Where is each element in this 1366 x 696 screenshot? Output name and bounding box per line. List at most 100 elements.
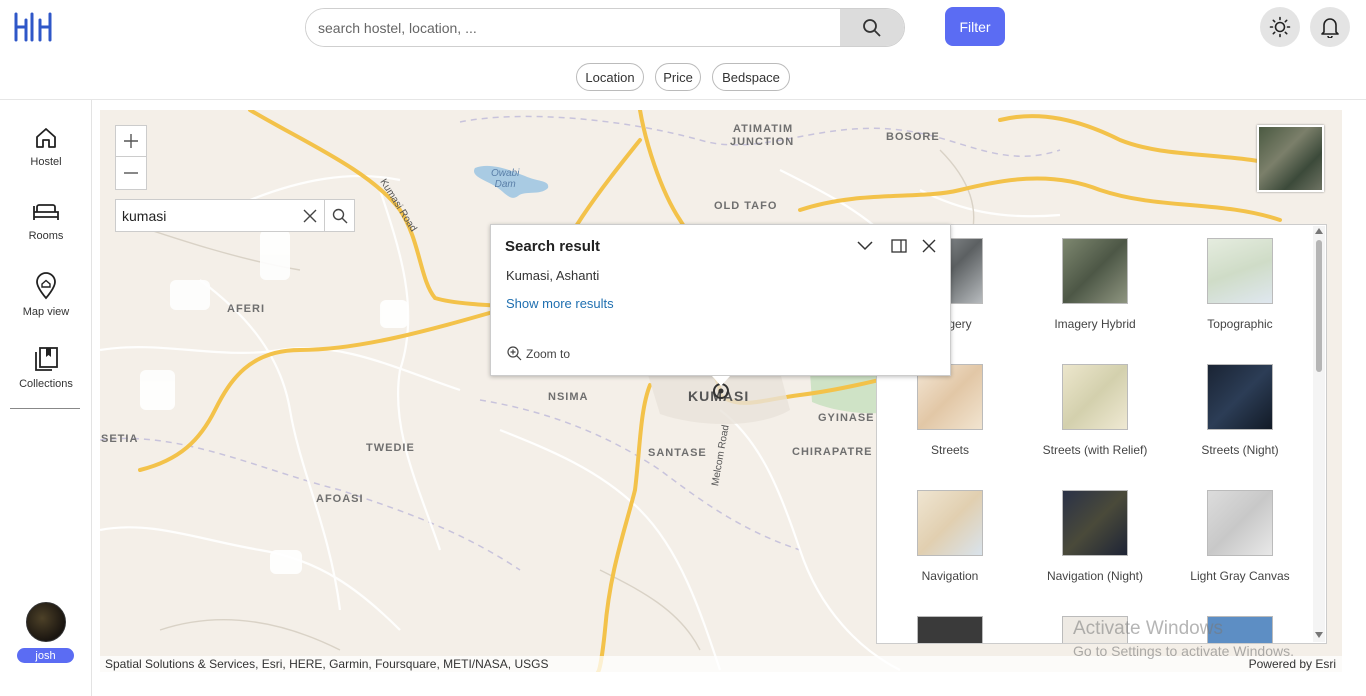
basemap-item-imagery-hybrid[interactable]: Imagery Hybrid [1025,238,1165,331]
search-button[interactable] [840,9,904,46]
place-label: NSIMA [548,391,589,403]
basemap-item-streets[interactable]: Streets [880,364,1020,457]
notifications-button[interactable] [1310,7,1350,47]
basemap-item-streets-night[interactable]: Streets (Night) [1170,364,1310,457]
sidebar-item-map-view[interactable]: Map view [0,272,92,318]
basemap-label: Streets (Night) [1201,443,1279,457]
user-name-badge[interactable]: josh [17,648,74,663]
close-popup-button[interactable] [920,237,938,255]
zoom-to-button[interactable]: Zoom to [507,346,570,361]
filter-button[interactable]: Filter [945,7,1005,46]
zoom-to-label: Zoom to [526,346,571,361]
basemap-label: Topographic [1207,317,1273,331]
zoom-controls [115,125,147,190]
search-input[interactable] [306,9,841,46]
basemap-item-streets-relief[interactable]: Streets (with Relief) [1025,364,1165,457]
place-label: ATIMATIM [733,123,794,135]
activation-watermark-text: Go to Settings to activate Windows. [1073,643,1294,659]
search-icon [863,18,881,37]
sidebar-divider [10,408,80,409]
chip-location[interactable]: Location [576,63,644,91]
basemap-label: Imagery Hybrid [1054,317,1136,331]
popup-pointer [712,376,730,386]
search-result-popup: Search result Kumasi, Ashanti Show more … [490,224,951,386]
home-icon [36,128,56,148]
show-more-results-link[interactable]: Show more results [506,296,614,311]
basemap-item-partial[interactable] [880,616,1020,643]
sidebar: Hostel Rooms Map view Collections josh [0,100,92,696]
dock-icon [891,239,907,253]
sidebar-item-hostel[interactable]: Hostel [0,126,92,168]
plus-icon [124,134,138,148]
avatar[interactable] [26,602,66,642]
basemap-thumbnail [917,490,983,556]
water-label-line: Dam [494,179,516,190]
sidebar-item-label: Map view [22,306,70,318]
basemap-thumbnail [1062,238,1128,304]
top-bar: Filter Location Price Bedspace [0,0,1366,100]
scrollbar-thumb[interactable] [1316,240,1322,372]
map-pin-icon [36,272,56,300]
basemap-item-topographic[interactable]: Topographic [1170,238,1310,331]
place-label: TWEDIE [366,442,415,454]
clear-search-button[interactable] [296,200,324,231]
app-logo-icon[interactable] [12,10,54,42]
bell-icon [1321,18,1339,38]
basemap-thumbnail [1062,364,1128,430]
place-label: AFERI [227,303,265,315]
basemap-label: Streets [930,443,969,457]
powered-by-esri-link[interactable]: Powered by Esri [1249,657,1336,671]
bed-icon [33,204,59,220]
gallery-scrollbar[interactable] [1313,226,1325,642]
place-label: SANTASE [648,447,707,459]
place-label: SETIA [101,433,139,445]
basemap-thumbnail [1207,238,1273,304]
basemap-item-navigation-night[interactable]: Navigation (Night) [1025,490,1165,583]
theme-toggle-button[interactable] [1260,7,1300,47]
basemap-thumbnail [1207,364,1273,430]
sidebar-item-label: Hostel [30,156,62,168]
activation-watermark-title: Activate Windows [1073,618,1223,639]
minus-icon [124,171,138,174]
place-label: CHIRAPATRE [792,446,873,458]
map-search-widget [115,199,355,232]
scroll-up-icon[interactable] [1315,228,1323,234]
dock-popup-button[interactable] [890,237,908,255]
zoom-in-icon [507,346,522,361]
place-label: JUNCTION [730,136,795,148]
search-bar [305,8,905,47]
search-result-text: Kumasi, Ashanti [506,268,600,283]
chip-price[interactable]: Price [655,63,701,91]
zoom-out-button[interactable] [116,157,146,188]
close-icon [922,239,936,253]
map-search-button[interactable] [324,200,355,231]
basemap-thumbnail [917,616,983,643]
basemap-label: Light Gray Canvas [1190,569,1290,583]
close-icon [303,209,317,222]
attribution-text: Spatial Solutions & Services, Esri, HERE… [105,657,549,671]
basemap-item-light-gray-canvas[interactable]: Light Gray Canvas [1170,490,1310,583]
sun-icon [1269,16,1291,38]
place-label: OLD TAFO [714,200,778,212]
scroll-down-icon[interactable] [1315,632,1323,638]
sidebar-item-collections[interactable]: Collections [0,346,92,390]
map-search-input[interactable] [116,200,296,231]
sidebar-item-label: Rooms [28,230,64,242]
basemap-label: Navigation (Night) [1046,569,1144,583]
sidebar-item-rooms[interactable]: Rooms [0,200,92,242]
basemap-label: Navigation [921,569,979,583]
popup-title: Search result [505,238,601,255]
chip-bedspace[interactable]: Bedspace [712,63,790,91]
basemap-thumbnail [1062,490,1128,556]
collapse-popup-button[interactable] [856,237,874,255]
chevron-down-icon [857,241,873,251]
zoom-in-button[interactable] [116,126,146,157]
water-label-line: Owabi [491,168,520,179]
place-label: AFOASI [316,493,364,505]
water-label: Owabi Dam [491,168,519,190]
basemap-thumbnail [1207,490,1273,556]
search-icon [332,208,348,223]
basemap-toggle-button[interactable] [1257,125,1324,192]
basemap-item-navigation[interactable]: Navigation [880,490,1020,583]
basemap-label: Streets (with Relief) [1042,443,1148,457]
